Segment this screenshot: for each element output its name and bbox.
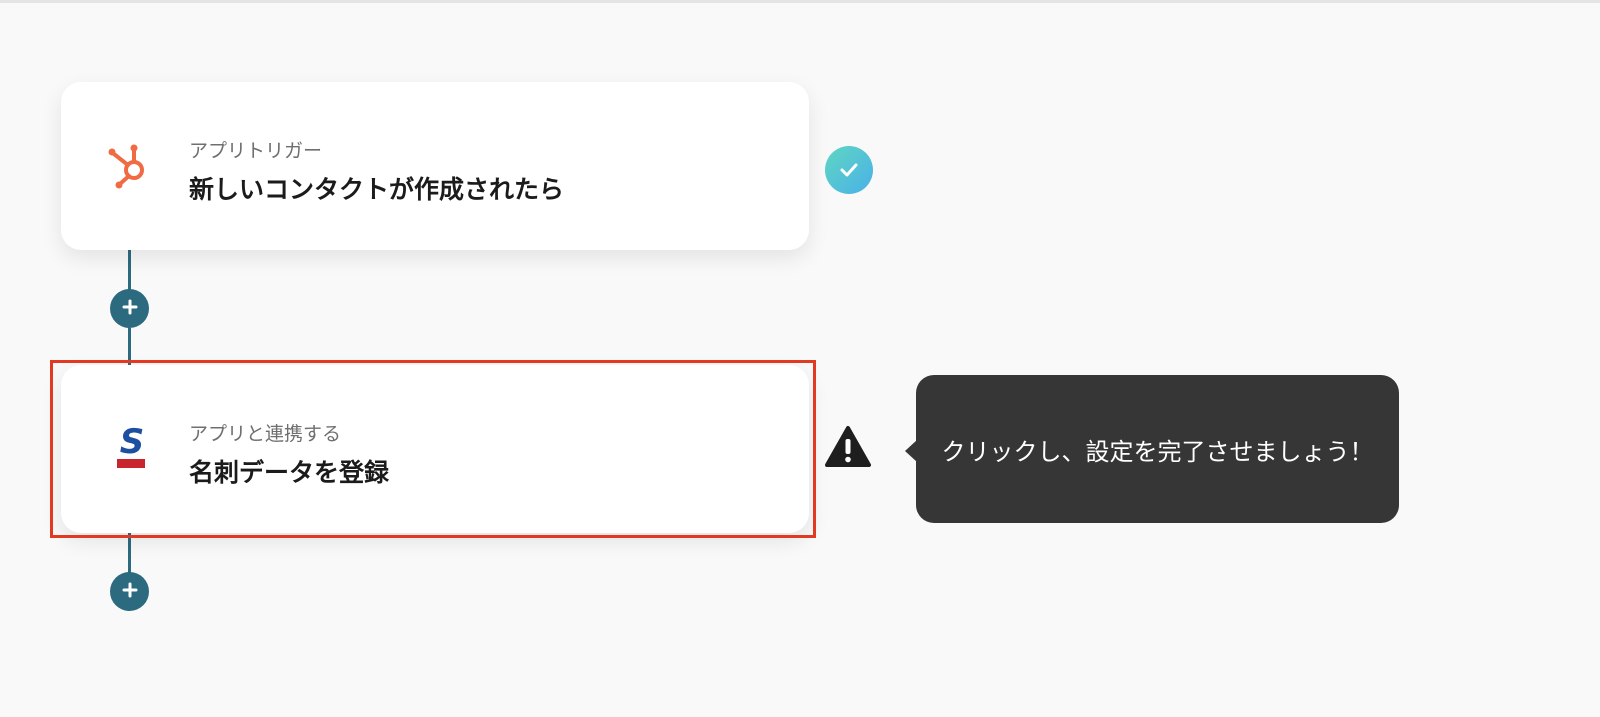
top-divider: [0, 0, 1600, 3]
tooltip-text: クリックし、設定を完了させましょう！: [941, 437, 1374, 466]
step-title: 名刺データを登録: [189, 458, 390, 487]
flow-connector: [128, 531, 131, 573]
step-subtitle: アプリと連携する: [189, 423, 342, 445]
plus-icon: [122, 299, 138, 319]
setup-tooltip: クリックし、設定を完了させましょう！: [916, 375, 1399, 523]
trigger-step-card[interactable]: アプリトリガー 新しいコンタクトが作成されたら: [61, 82, 809, 250]
step-subtitle: アプリトリガー: [189, 140, 323, 162]
action-step-card[interactable]: S アプリと連携する 名刺データを登録: [61, 365, 809, 533]
svg-text:S: S: [120, 422, 145, 462]
flow-connector: [128, 328, 131, 366]
add-step-button[interactable]: [110, 289, 149, 328]
hubspot-icon: [103, 138, 157, 192]
sansan-icon: S: [103, 421, 157, 475]
check-icon: [825, 146, 873, 194]
step-title: 新しいコンタクトが作成されたら: [189, 175, 565, 204]
flow-connector: [128, 248, 131, 290]
plus-icon: [122, 582, 138, 602]
warning-icon: [824, 425, 872, 469]
add-step-button[interactable]: [110, 572, 149, 611]
